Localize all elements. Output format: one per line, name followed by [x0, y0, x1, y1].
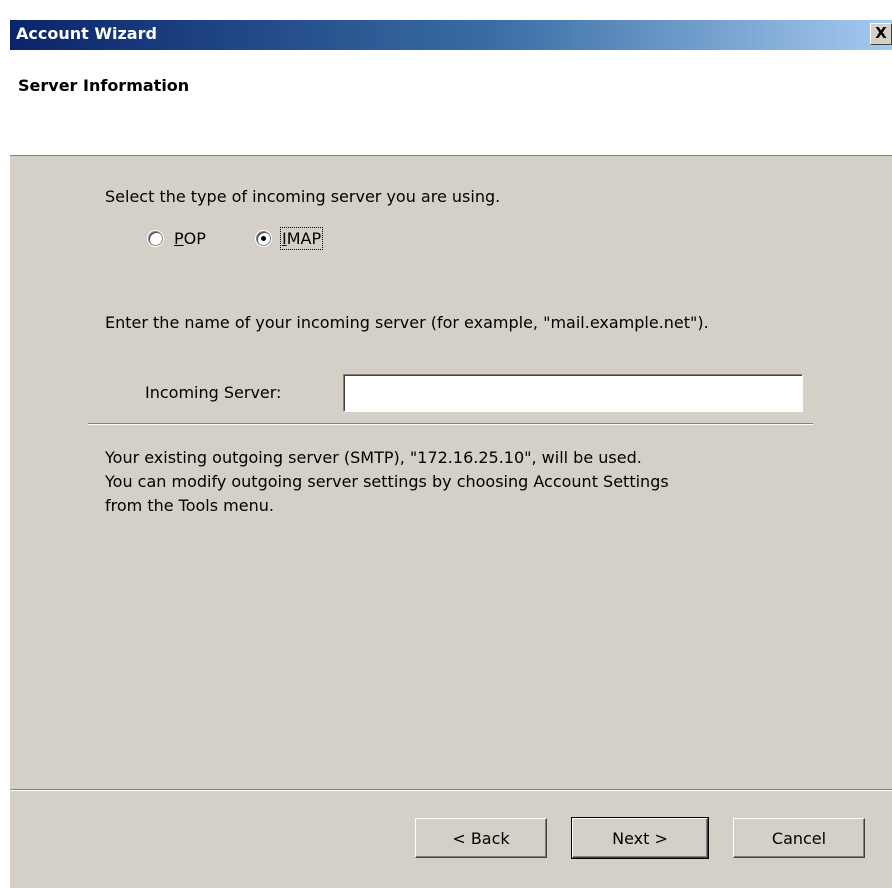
close-button[interactable]: X — [870, 23, 892, 45]
wizard-content: Select the type of incoming server you a… — [10, 156, 892, 786]
outgoing-info-line-3: from the Tools menu. — [105, 496, 274, 515]
incoming-server-input[interactable] — [343, 374, 803, 412]
next-button[interactable]: Next > — [571, 817, 709, 859]
imap-radio[interactable]: IMAP — [256, 227, 324, 250]
window-title: Account Wizard — [16, 24, 157, 43]
account-wizard-window: Account Wizard X Server Information Sele… — [10, 20, 892, 888]
outgoing-server-info: Your existing outgoing server (SMTP), "1… — [105, 446, 885, 518]
close-icon: X — [875, 24, 887, 42]
incoming-server-label-text: Incoming Server: — [145, 383, 282, 402]
page-title: Server Information — [18, 76, 190, 95]
outgoing-info-line-2: You can modify outgoing server settings … — [105, 472, 669, 491]
incoming-server-prompt: Enter the name of your incoming server (… — [105, 313, 709, 332]
imap-radio-label[interactable]: IMAP — [279, 227, 324, 250]
wizard-header: Server Information — [10, 50, 892, 156]
imap-radio-circle-icon[interactable] — [256, 231, 271, 246]
title-bar[interactable]: Account Wizard X — [10, 20, 892, 50]
outgoing-info-line-1: Your existing outgoing server (SMTP), "1… — [105, 448, 642, 467]
footer-divider — [10, 789, 892, 791]
section-divider — [88, 423, 813, 425]
incoming-server-label: Incoming Server: — [145, 383, 281, 402]
radio-selected-dot-icon — [261, 236, 266, 241]
pop-radio[interactable]: POP — [148, 229, 206, 248]
pop-radio-label[interactable]: POP — [174, 229, 206, 248]
back-button[interactable]: < Back — [415, 818, 547, 858]
server-type-prompt: Select the type of incoming server you a… — [105, 187, 501, 206]
pop-radio-circle-icon[interactable] — [148, 231, 163, 246]
cancel-button[interactable]: Cancel — [733, 818, 865, 858]
